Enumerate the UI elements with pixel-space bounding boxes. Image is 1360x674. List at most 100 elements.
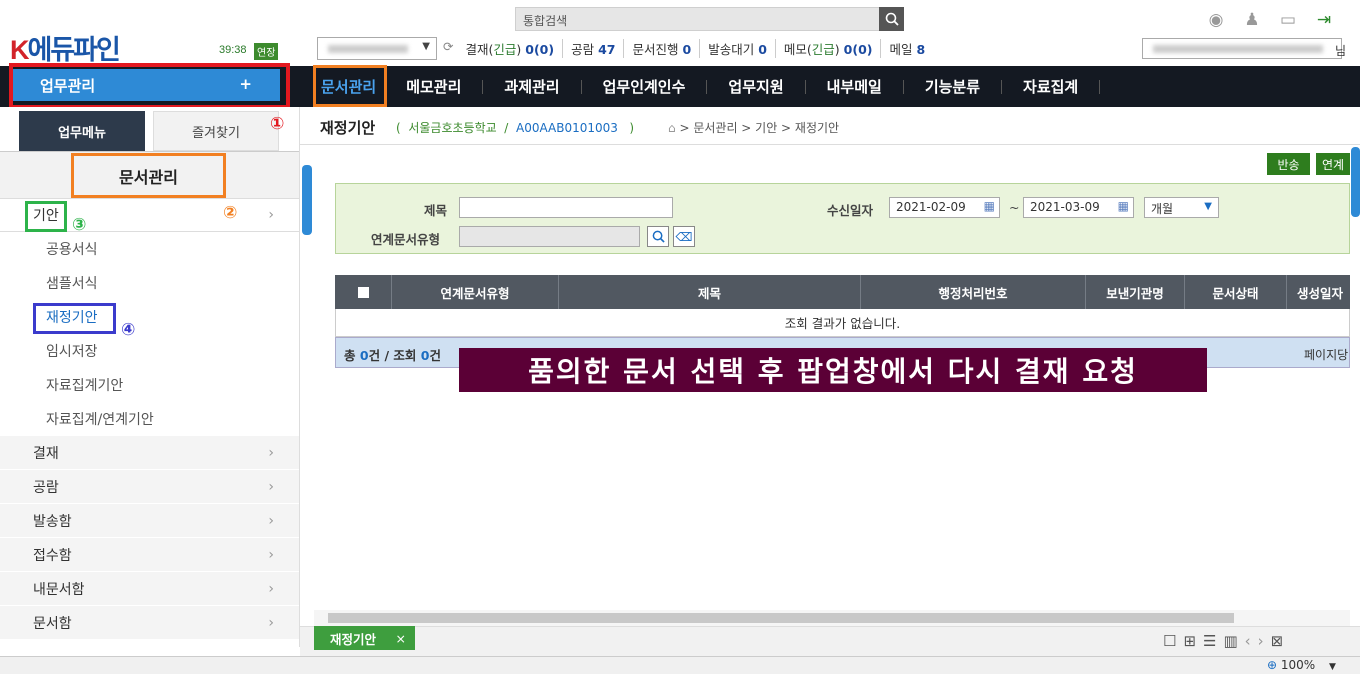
chevron-right-icon: › — [268, 444, 274, 461]
title-input[interactable] — [459, 197, 673, 218]
table-header: 연계문서유형 제목 행정처리번호 보낸기관명 문서상태 생성일자 — [335, 275, 1350, 309]
page-size-label: 페이지당 — [1304, 348, 1349, 362]
next-icon[interactable]: › — [1258, 632, 1264, 650]
zoom-icon: ⊕ — [1267, 658, 1278, 672]
breadcrumb: ⌂ > 문서관리 > 기안 > 재정기안 — [668, 121, 840, 135]
page-title: 재정기안 — [320, 119, 376, 137]
sidebar-category-doc-box[interactable]: 문서함 › — [0, 606, 299, 640]
column-header[interactable]: 생성일자 — [1287, 275, 1350, 309]
calendar-icon[interactable]: ▦ — [984, 199, 995, 213]
tab-work-menu[interactable]: 업무메뉴 — [19, 111, 145, 151]
chevron-right-icon: › — [268, 546, 274, 563]
close-all-icon[interactable]: ⊠ — [1271, 632, 1284, 650]
annotation-number-1: ① — [270, 114, 285, 134]
chevron-right-icon: › — [268, 512, 274, 529]
user-circle-icon[interactable]: ◉ — [1205, 9, 1227, 31]
right-panel-handle[interactable] — [1351, 147, 1360, 217]
top-icon-group: ◉ ♟ ▭ ⇥ — [1205, 9, 1335, 31]
return-button[interactable]: 반송 — [1267, 153, 1310, 175]
column-header[interactable]: 문서상태 — [1185, 275, 1287, 309]
clear-button[interactable]: ⌫ — [673, 226, 695, 247]
prev-icon[interactable]: ‹ — [1245, 632, 1251, 650]
sidebar-item-aggregate-link-draft[interactable]: 자료집계/연계기안 — [0, 402, 299, 436]
status-summary: ⟳ 결재(긴급) 0(0) 공람 47 문서진행 0 발송대기 0 메모(긴급)… — [443, 39, 933, 58]
link-type-label: 연계문서유형 — [371, 232, 441, 247]
horizontal-scrollbar[interactable] — [314, 610, 1350, 626]
sidebar-category-circulation[interactable]: 공람 › — [0, 470, 299, 504]
layout-rows-icon[interactable]: ☰ — [1203, 632, 1216, 650]
chevron-down-icon: ▼ — [422, 41, 430, 52]
layout-single-icon[interactable]: ☐ — [1163, 632, 1176, 650]
nav-item-internal-mail[interactable]: 내부메일 — [806, 79, 904, 94]
link-type-search-button[interactable] — [647, 226, 669, 247]
column-header[interactable]: 연계문서유형 — [392, 275, 559, 309]
status-memo[interactable]: 메모(긴급) 0(0) — [776, 39, 882, 58]
layout-columns-icon[interactable]: ▥ — [1223, 632, 1237, 650]
extend-session-button[interactable]: 연장 — [254, 43, 279, 60]
calendar-icon[interactable]: ▦ — [1118, 199, 1129, 213]
layout-toggle-group: ☐ ⊞ ☰ ▥ ‹ › ⊠ — [1163, 632, 1283, 650]
sidebar-title: 문서관리 — [71, 153, 226, 198]
column-header[interactable]: 제목 — [559, 275, 861, 309]
date-range-separator: ~ — [1009, 200, 1020, 215]
chevron-down-icon: ▼ — [1204, 201, 1212, 212]
column-header[interactable]: 보낸기관명 — [1086, 275, 1185, 309]
search-icon — [885, 12, 899, 26]
nav-item-task[interactable]: 과제관리 — [483, 79, 582, 94]
date-to-input[interactable]: 2021-03-09 ▦ — [1023, 197, 1134, 218]
org-select[interactable]: ▼ — [317, 37, 437, 60]
home-icon[interactable]: ⌂ — [668, 121, 676, 135]
chevron-right-icon: › — [268, 614, 274, 631]
global-search-input[interactable]: 통합검색 — [515, 7, 880, 31]
sidebar-category-approval[interactable]: 결재 › — [0, 436, 299, 470]
nav-item-classification[interactable]: 기능분류 — [904, 79, 1003, 94]
sidebar-collapse-handle[interactable] — [302, 165, 312, 235]
nav-item-support[interactable]: 업무지원 — [707, 79, 806, 94]
user-name-box — [1142, 38, 1342, 59]
open-tab-finance-draft[interactable]: 재정기안 × — [314, 626, 415, 650]
edufine-logo[interactable]: K에듀파인 — [10, 28, 121, 67]
eraser-icon: ⌫ — [675, 229, 693, 244]
tab-favorites[interactable]: 즐겨찾기 — [153, 111, 279, 151]
sidebar-category-outbox[interactable]: 발송함 › — [0, 504, 299, 538]
link-type-input[interactable] — [459, 226, 640, 247]
status-send-wait[interactable]: 발송대기 0 — [700, 39, 776, 58]
sidebar-category-inbox[interactable]: 접수함 › — [0, 538, 299, 572]
column-header[interactable]: 행정처리번호 — [861, 275, 1086, 309]
zoom-level[interactable]: ⊕ 100% ▼ — [1267, 658, 1336, 672]
annotation-box-red — [9, 63, 290, 109]
search-icon — [652, 230, 665, 243]
chevron-right-icon: › — [268, 580, 274, 597]
logout-icon[interactable]: ⇥ — [1313, 9, 1335, 31]
nav-item-data-aggregate[interactable]: 자료집계 — [1002, 79, 1101, 94]
browser-status-bar — [0, 656, 1360, 674]
close-icon[interactable]: × — [396, 631, 406, 646]
user-suffix: 님 — [1335, 44, 1347, 58]
chevron-right-icon: › — [268, 206, 274, 223]
sidebar-item-sample-form[interactable]: 샘플서식 — [0, 266, 299, 300]
status-doc-progress[interactable]: 문서진행 0 — [624, 39, 701, 58]
nav-item-memo[interactable]: 메모관리 — [384, 79, 484, 94]
period-select[interactable]: 개월 ▼ — [1144, 197, 1219, 218]
receive-date-label: 수신일자 — [827, 203, 874, 218]
status-mail[interactable]: 메일 8 — [881, 39, 933, 58]
sidebar-item-aggregate-draft[interactable]: 자료집계기안 — [0, 368, 299, 402]
monitor-icon[interactable]: ▭ — [1277, 9, 1299, 31]
user-settings-icon[interactable]: ♟ — [1241, 9, 1263, 31]
link-button[interactable]: 연계 — [1316, 153, 1350, 175]
status-approval[interactable]: 결재(긴급) 0(0) — [457, 39, 564, 58]
refresh-icon[interactable]: ⟳ — [443, 39, 453, 58]
sidebar-item-temp-save[interactable]: 임시저장 — [0, 334, 299, 368]
nav-item-handover[interactable]: 업무인계인수 — [582, 79, 708, 94]
annotation-box-blue — [33, 303, 116, 334]
layout-grid-icon[interactable]: ⊞ — [1183, 632, 1196, 650]
select-all-checkbox[interactable] — [335, 275, 392, 309]
date-from-input[interactable]: 2021-02-09 ▦ — [889, 197, 1000, 218]
nav-menu: 문서관리 메모관리 과제관리 업무인계인수 업무지원 내부메일 기능분류 자료집… — [313, 66, 1101, 107]
sidebar-category-my-docs[interactable]: 내문서함 › — [0, 572, 299, 606]
search-filter-panel: 제목 수신일자 2021-02-09 ▦ ~ 2021-03-09 ▦ 개월 ▼ 연계… — [335, 183, 1350, 254]
session-timer: 39:38 — [219, 44, 247, 56]
sidebar-item-common-form[interactable]: 공용서식 — [0, 232, 299, 266]
search-button[interactable] — [879, 7, 904, 31]
status-circulation[interactable]: 공람 47 — [563, 39, 625, 58]
